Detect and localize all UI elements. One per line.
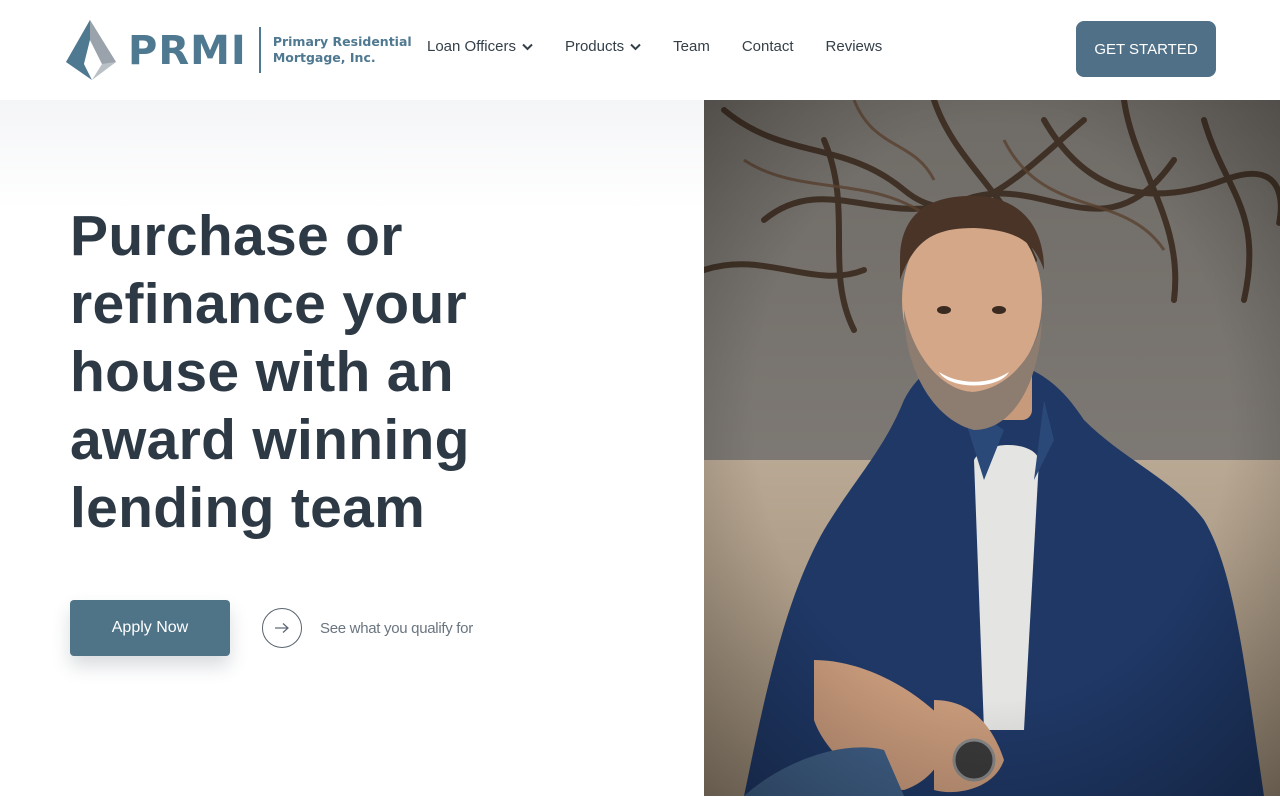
arrow-right-icon <box>275 623 289 633</box>
nav-item-label: Reviews <box>825 38 883 55</box>
hero-headline: Purchase or refinance your house with an… <box>70 202 630 542</box>
headline-line: refinance your <box>70 272 467 336</box>
get-started-button[interactable]: GET STARTED <box>1076 21 1216 77</box>
nav-item-loan-officers[interactable]: Loan Officers <box>427 38 533 55</box>
chevron-down-icon <box>630 43 641 50</box>
headline-line: Purchase or <box>70 204 403 268</box>
qualify-circle <box>262 608 302 648</box>
nav-item-label: Team <box>673 38 710 55</box>
chevron-down-icon <box>522 43 533 50</box>
nav-item-label: Loan Officers <box>427 38 516 55</box>
headline-line: award winning <box>70 408 470 472</box>
nav-item-team[interactable]: Team <box>673 38 710 55</box>
main-nav: Loan Officers Products Team Contact Revi… <box>427 38 914 55</box>
man-portrait-image <box>704 100 1280 796</box>
headline-line: house with an <box>70 340 454 404</box>
prmi-logo[interactable]: PRMI Primary Residential Mortgage, Inc. <box>62 18 412 82</box>
site-header: PRMI Primary Residential Mortgage, Inc. … <box>0 0 1280 100</box>
nav-item-reviews[interactable]: Reviews <box>826 38 883 55</box>
headline-line: lending team <box>70 476 426 540</box>
nav-item-products[interactable]: Products <box>565 38 641 55</box>
diamond-logo-icon <box>66 20 116 80</box>
logo-wordmark: PRMI <box>128 28 247 74</box>
apply-now-button[interactable]: Apply Now <box>70 600 230 656</box>
nav-item-label: Contact <box>741 38 794 55</box>
nav-item-label: Products <box>564 38 625 55</box>
hero-top-shade <box>0 100 704 210</box>
logo-subtitle: Primary Residential Mortgage, Inc. <box>273 34 412 66</box>
qualify-link[interactable]: See what you qualify for <box>262 608 473 648</box>
nav-item-contact[interactable]: Contact <box>742 38 794 55</box>
logo-divider <box>258 27 261 73</box>
qualify-label: See what you qualify for <box>320 619 473 637</box>
hero-photo <box>704 100 1280 796</box>
logo-subtitle-line-1: Primary Residential <box>272 34 412 49</box>
logo-subtitle-line-2: Mortgage, Inc. <box>272 50 376 65</box>
